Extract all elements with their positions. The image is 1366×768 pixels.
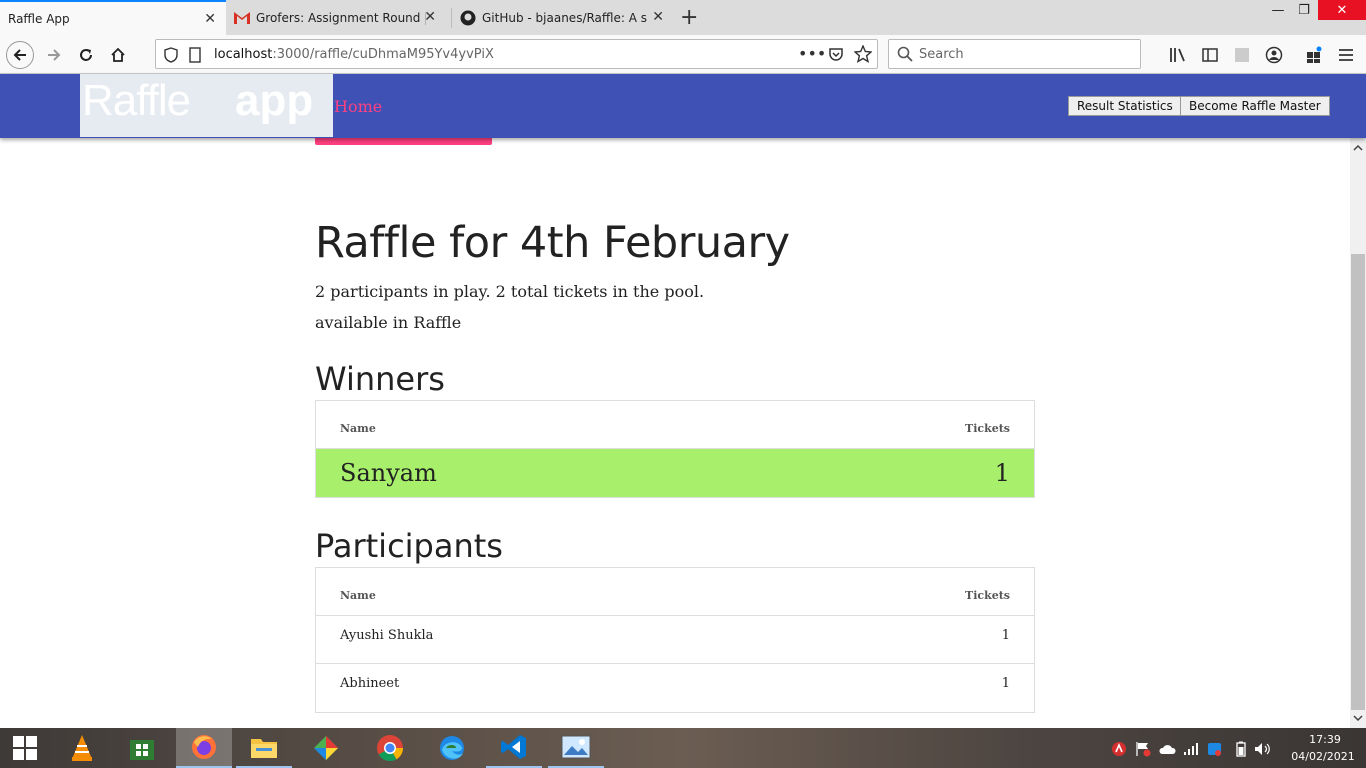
snip-icon[interactable]: [298, 728, 354, 768]
column-header-tickets: Tickets: [965, 422, 1010, 435]
nav-toolbar: localhost:3000/raffle/cuDhmaM95Yv4yvPiX …: [0, 35, 1366, 74]
participants-heading: Participants: [315, 527, 503, 565]
table-header: Name Tickets: [316, 401, 1034, 449]
page-info-icon[interactable]: [188, 47, 202, 67]
tab-grofers[interactable]: Grofers: Assignment Round | In ✕: [226, 0, 446, 35]
participant-name: Abhineet: [340, 676, 400, 691]
firefox-icon[interactable]: [176, 728, 232, 768]
page-content: Raffle for 4th February 2 participants i…: [0, 138, 1350, 728]
column-header-tickets: Tickets: [965, 589, 1010, 602]
column-header-name: Name: [340, 422, 376, 435]
windows-taskbar: 17:39 04/02/2021: [0, 728, 1366, 768]
tab-title: Grofers: Assignment Round | In: [256, 10, 426, 25]
winner-name: Sanyam: [340, 459, 437, 487]
table-header: Name Tickets: [316, 568, 1034, 616]
winner-tickets: 1: [994, 459, 1010, 487]
raffle-availability: available in Raffle: [315, 313, 462, 332]
windows-start-icon[interactable]: [0, 728, 50, 768]
app-header: Raffle app Home Result Statistics Become…: [0, 74, 1366, 138]
logo-text-bold: app: [235, 76, 314, 125]
winner-row: Sanyam 1: [316, 449, 1034, 497]
close-tab-icon[interactable]: ✕: [424, 9, 436, 25]
pocket-icon[interactable]: [828, 46, 844, 66]
app-logo[interactable]: Raffle app: [80, 74, 333, 137]
page-scrollbar[interactable]: [1350, 138, 1366, 728]
gmail-icon: [234, 10, 250, 26]
file-explorer-icon[interactable]: [236, 728, 292, 768]
volume-icon[interactable]: [1254, 740, 1272, 758]
reload-icon[interactable]: [72, 41, 100, 69]
photos-icon[interactable]: [548, 728, 604, 768]
tab-raffle-app[interactable]: Raffle App ✕: [0, 0, 226, 35]
minimize-icon[interactable]: —: [1264, 0, 1292, 20]
logo-text-light: Raffle: [82, 76, 191, 125]
vpn-tray-icon[interactable]: [1206, 740, 1224, 758]
clock-date[interactable]: 04/02/2021: [1288, 750, 1358, 763]
bookmark-star-icon[interactable]: [853, 44, 873, 67]
menu-icon[interactable]: [1336, 45, 1356, 65]
close-tab-icon[interactable]: ✕: [204, 11, 216, 27]
column-header-name: Name: [340, 589, 376, 602]
restore-icon[interactable]: ❐: [1290, 0, 1318, 20]
url-host: localhost: [214, 47, 273, 62]
network-signal-icon[interactable]: [1182, 740, 1200, 758]
battery-icon[interactable]: [1232, 740, 1250, 758]
extensions-puzzle-icon[interactable]: [1304, 45, 1324, 65]
forward-icon[interactable]: [40, 41, 68, 69]
account-icon[interactable]: [1264, 45, 1284, 65]
winners-heading: Winners: [315, 360, 445, 398]
vscode-icon[interactable]: [486, 728, 542, 768]
home-icon[interactable]: [104, 41, 132, 69]
scroll-up-icon[interactable]: [1350, 140, 1366, 156]
tab-title: Raffle App: [8, 11, 70, 26]
table-row: Ayushi Shukla 1: [316, 616, 1034, 664]
edge-icon[interactable]: [424, 728, 480, 768]
tab-github[interactable]: GitHub - bjaanes/Raffle: A simp ✕: [452, 0, 674, 35]
scroll-down-icon[interactable]: [1350, 710, 1366, 726]
extension-icon[interactable]: [1232, 45, 1252, 65]
tab-strip: Raffle App ✕ Grofers: Assignment Round |…: [0, 0, 1366, 35]
more-actions-icon[interactable]: •••: [798, 44, 826, 63]
github-icon: [460, 10, 476, 26]
url-text[interactable]: localhost:3000/raffle/cuDhmaM95Yv4yvPiX: [214, 47, 494, 62]
search-icon: [897, 46, 913, 66]
accent-button-edge[interactable]: [315, 138, 492, 145]
onedrive-icon[interactable]: [1158, 740, 1176, 758]
store-icon[interactable]: [114, 728, 170, 768]
raffle-summary: 2 participants in play. 2 total tickets …: [315, 282, 705, 301]
winners-table: Name Tickets Sanyam 1: [315, 400, 1035, 498]
window-close-icon[interactable]: ✕: [1318, 0, 1366, 20]
participant-tickets: 1: [1001, 676, 1010, 691]
tab-title: GitHub - bjaanes/Raffle: A simp: [482, 10, 647, 25]
vlc-icon[interactable]: [54, 728, 110, 768]
participants-table: Name Tickets Ayushi Shukla 1 Abhineet 1: [315, 567, 1035, 713]
url-path: :3000/raffle/cuDhmaM95Yv4yvPiX: [272, 47, 494, 62]
table-row: Abhineet 1: [316, 664, 1034, 712]
antivirus-tray-icon[interactable]: [1110, 740, 1128, 758]
back-icon[interactable]: [6, 41, 34, 69]
search-placeholder: Search: [919, 47, 964, 62]
scrollbar-thumb[interactable]: [1351, 254, 1365, 710]
nav-home-link[interactable]: Home: [334, 97, 382, 116]
sidebar-icon[interactable]: [1200, 45, 1220, 65]
result-statistics-button[interactable]: Result Statistics: [1068, 96, 1182, 116]
page-title: Raffle for 4th February: [315, 218, 790, 268]
become-raffle-master-button[interactable]: Become Raffle Master: [1180, 96, 1330, 116]
clock-time[interactable]: 17:39: [1300, 733, 1350, 746]
new-tab-icon[interactable]: +: [680, 5, 698, 30]
chrome-icon[interactable]: [362, 728, 418, 768]
url-bar[interactable]: localhost:3000/raffle/cuDhmaM95Yv4yvPiX …: [155, 39, 878, 69]
participant-tickets: 1: [1001, 628, 1010, 643]
shield-icon[interactable]: [164, 47, 178, 67]
search-bar[interactable]: Search: [888, 39, 1141, 69]
participant-name: Ayushi Shukla: [340, 628, 434, 643]
security-alert-tray-icon[interactable]: [1134, 740, 1152, 758]
close-tab-icon[interactable]: ✕: [652, 9, 664, 25]
library-icon[interactable]: [1168, 45, 1188, 65]
